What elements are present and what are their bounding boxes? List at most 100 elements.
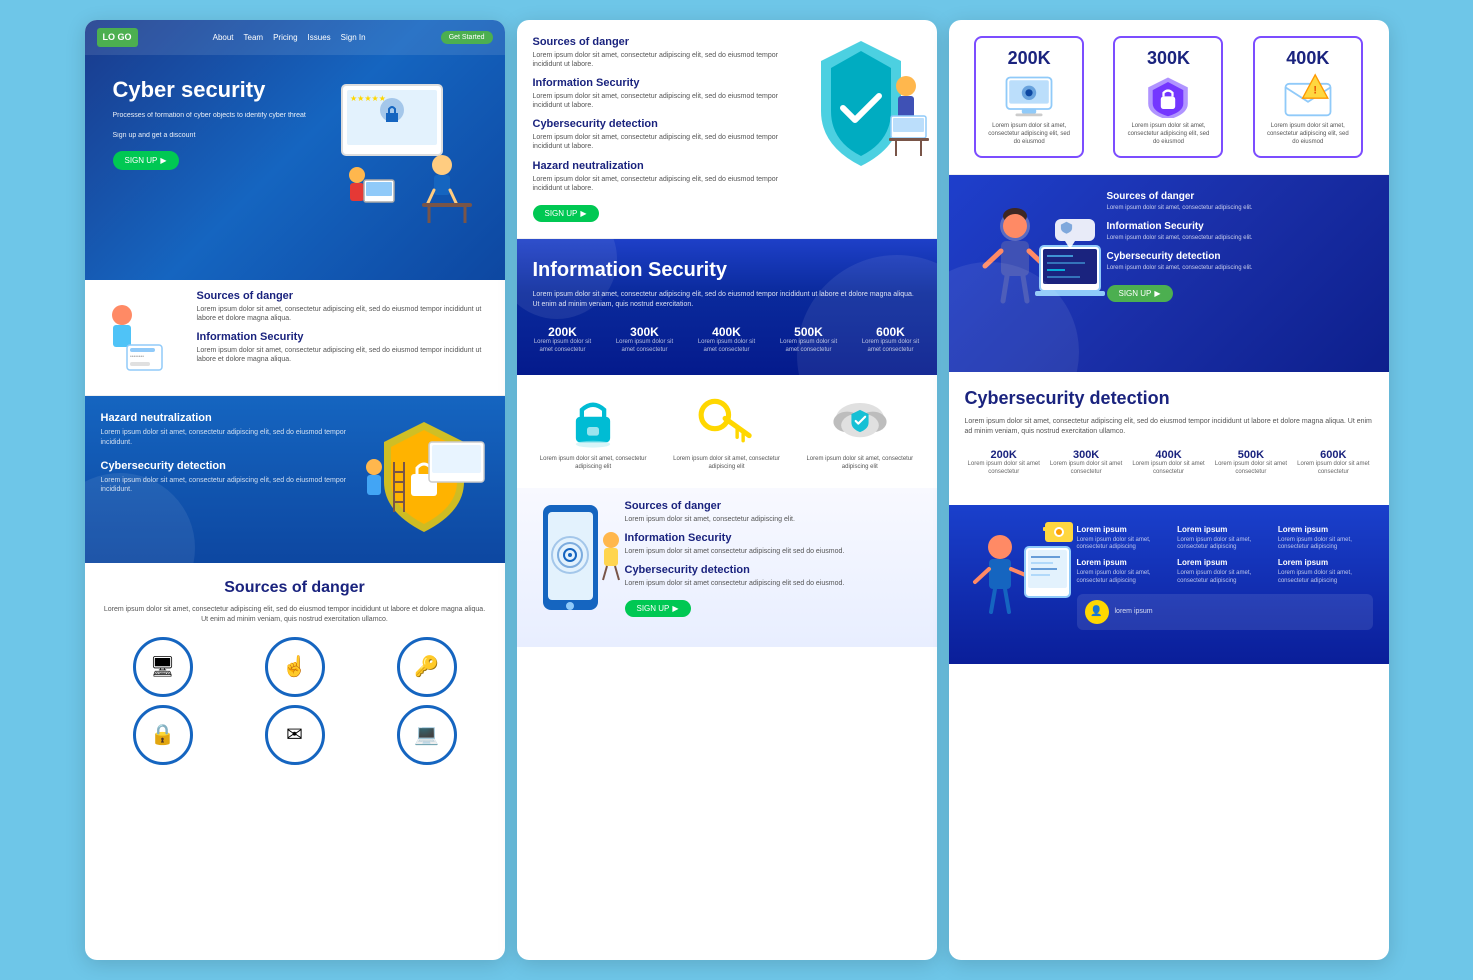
sources-icon-grid: 🖥 ☝ 🔑 🔒 ✉ 💻 <box>101 637 489 765</box>
bottom-title-1: Sources of danger <box>625 500 921 512</box>
footer-avatar: 👤 <box>1085 600 1109 624</box>
mid-desc-4: Lorem ipsum dolor sit amet, consectetur … <box>533 175 779 193</box>
nav-issues[interactable]: Issues <box>308 33 331 42</box>
middle-panel: Sources of danger Lorem ipsum dolor sit … <box>517 20 937 960</box>
right-mid-title-2: Information Security <box>1107 221 1373 232</box>
icon-key: Lorem ipsum dolor sit amet, consectetur … <box>666 391 787 472</box>
mid-signup-button[interactable]: SIGN UP ▶ <box>533 205 599 222</box>
source-icon-finger: ☝ <box>265 637 325 697</box>
sources-desc: Lorem ipsum dolor sit amet, consectetur … <box>101 605 489 625</box>
right-mid-desc-3: Lorem ipsum dolor sit amet, consectetur … <box>1107 265 1373 273</box>
hero-signup-button[interactable]: SIGN UP ▶ <box>113 151 179 170</box>
bottom-desc-2: Lorem ipsum dolor sit amet consectetur a… <box>625 547 921 556</box>
cybersec-desc: Lorem ipsum dolor sit amet, consectetur … <box>965 417 1373 437</box>
nav-about[interactable]: About <box>213 33 234 42</box>
stat-card-300k: 300K Lorem ipsum dolor sit amet, consect… <box>1113 36 1223 158</box>
info-illustration-1: •••••••• <box>97 290 187 380</box>
shield-icon-svg <box>1138 73 1198 118</box>
shield-person-svg <box>791 36 931 176</box>
cloud-icon-svg <box>825 391 895 451</box>
right-panel: 200K Lorem ipsum dolor sit amet, consect… <box>949 20 1389 960</box>
left-sources-section: Sources of danger Lorem ipsum dolor sit … <box>85 563 505 781</box>
bottom-title-2: Information Security <box>625 532 921 544</box>
bottom-signup-button[interactable]: SIGN UP ▶ <box>625 600 691 617</box>
cybersec-stat-2: 300K Lorem ipsum dolor sit amet consecte… <box>1047 449 1125 477</box>
hero-description: Processes of formation of cyber objects … <box>113 111 306 121</box>
right-mid-desc-1: Lorem ipsum dolor sit amet, consectetur … <box>1107 205 1373 213</box>
bottom-title-3: Cybersecurity detection <box>625 564 921 576</box>
source-icon-laptop: 💻 <box>397 705 457 765</box>
nav-signin[interactable]: Sign In <box>341 33 366 42</box>
right-bottom-illustration <box>965 517 1065 652</box>
nav-links: About Team Pricing Issues Sign In <box>213 33 366 42</box>
icon-lock: Lorem ipsum dolor sit amet, consectetur … <box>533 391 654 472</box>
mid-desc-1: Lorem ipsum dolor sit amet, consectetur … <box>533 51 779 69</box>
lock-icon-svg <box>558 391 628 451</box>
svg-text:••••••••: •••••••• <box>130 354 144 360</box>
cybersec-title: Cybersecurity detection <box>965 388 1373 409</box>
stat-card-desc-2: Lorem ipsum dolor sit amet, consectetur … <box>1125 123 1211 146</box>
phone-illustration <box>533 500 613 635</box>
blue-desc-1: Lorem ipsum dolor sit amet, consectetur … <box>101 428 349 448</box>
right-mid-blue: Sources of danger Lorem ipsum dolor sit … <box>949 175 1389 372</box>
cybersec-stats: 200K Lorem ipsum dolor sit amet consecte… <box>965 449 1373 477</box>
stat-card-value-1: 200K <box>986 48 1072 69</box>
grid-item-2-2: Lorem ipsum Lorem ipsum dolor sit amet, … <box>1177 558 1272 586</box>
cybersec-stat-4: 500K Lorem ipsum dolor sit amet consecte… <box>1212 449 1290 477</box>
middle-illustration <box>791 36 921 181</box>
nav-cta-button[interactable]: Get Started <box>441 31 493 44</box>
info-title-1: Sources of danger <box>197 290 493 302</box>
icon-cloud-desc: Lorem ipsum dolor sit amet, consectetur … <box>799 456 920 472</box>
nav-pricing[interactable]: Pricing <box>273 33 297 42</box>
bottom-desc-1: Lorem ipsum dolor sit amet, consectetur … <box>625 515 921 524</box>
shield-illustration <box>359 412 489 542</box>
mid-title-3: Cybersecurity detection <box>533 118 779 130</box>
right-mid-signup-button[interactable]: SIGN UP ▶ <box>1107 285 1173 302</box>
right-bottom-content: Lorem ipsum Lorem ipsum dolor sit amet, … <box>1077 517 1373 630</box>
mid-desc-3: Lorem ipsum dolor sit amet, consectetur … <box>533 133 779 151</box>
source-icon-monitor: 🖥 <box>133 637 193 697</box>
svg-text:★★★★★: ★★★★★ <box>350 94 386 103</box>
footer-label: lorem ipsum <box>1115 608 1153 615</box>
source-icon-mail: ✉ <box>265 705 325 765</box>
stat-200k: 200K Lorem ipsum dolor sit amet consecte… <box>533 325 593 355</box>
stat-400k: 400K Lorem ipsum dolor sit amet consecte… <box>697 325 757 355</box>
stat-card-value-3: 400K <box>1265 48 1351 69</box>
middle-icons-section: Lorem ipsum dolor sit amet, consectetur … <box>517 375 937 488</box>
logo: LO GO <box>97 28 138 47</box>
left-hero: LO GO About Team Pricing Issues Sign In … <box>85 20 505 280</box>
right-mid-title-1: Sources of danger <box>1107 191 1373 202</box>
key-icon-svg <box>691 391 761 451</box>
footer-bar: 👤 lorem ipsum <box>1077 594 1373 630</box>
cybersec-stat-3: 400K Lorem ipsum dolor sit amet consecte… <box>1129 449 1207 477</box>
middle-bottom: Sources of danger Lorem ipsum dolor sit … <box>517 488 937 647</box>
middle-info-blue: Information Security Lorem ipsum dolor s… <box>517 239 937 375</box>
phone-svg <box>533 500 623 630</box>
icon-key-desc: Lorem ipsum dolor sit amet, consectetur … <box>666 456 787 472</box>
info-title-2: Information Security <box>197 331 493 343</box>
right-mid-desc-2: Lorem ipsum dolor sit amet, consectetur … <box>1107 235 1373 243</box>
hero-illustration: ★★★★★ <box>322 65 482 245</box>
right-bottom-grid: Lorem ipsum Lorem ipsum dolor sit amet, … <box>1077 525 1373 586</box>
info-desc-1: Lorem ipsum dolor sit amet, consectetur … <box>197 305 493 323</box>
mid-title-1: Sources of danger <box>533 36 779 48</box>
grid-item-1-2: Lorem ipsum Lorem ipsum dolor sit amet, … <box>1177 525 1272 553</box>
nav-team[interactable]: Team <box>244 33 264 42</box>
middle-top: Sources of danger Lorem ipsum dolor sit … <box>517 20 937 239</box>
sources-title: Sources of danger <box>101 579 489 597</box>
monitor-icon-svg <box>999 73 1059 118</box>
right-cybersec: Cybersecurity detection Lorem ipsum dolo… <box>949 372 1389 504</box>
grid-item-2-3: Lorem ipsum Lorem ipsum dolor sit amet, … <box>1278 558 1373 586</box>
middle-bottom-text: Sources of danger Lorem ipsum dolor sit … <box>625 500 921 617</box>
grid-item-1-1: Lorem ipsum Lorem ipsum dolor sit amet, … <box>1077 525 1172 553</box>
svg-text:!: ! <box>1313 85 1317 97</box>
bottom-desc-3: Lorem ipsum dolor sit amet consectetur a… <box>625 579 921 588</box>
mid-title-2: Information Security <box>533 77 779 89</box>
grid-item-1-3: Lorem ipsum Lorem ipsum dolor sit amet, … <box>1278 525 1373 553</box>
blue-title-2: Cybersecurity detection <box>101 460 349 472</box>
icon-cloud: Lorem ipsum dolor sit amet, consectetur … <box>799 391 920 472</box>
left-panel: LO GO About Team Pricing Issues Sign In … <box>85 20 505 960</box>
cybersec-stat-1: 200K Lorem ipsum dolor sit amet consecte… <box>965 449 1043 477</box>
right-mid-title-3: Cybersecurity detection <box>1107 251 1373 262</box>
source-icon-key: 🔑 <box>397 637 457 697</box>
